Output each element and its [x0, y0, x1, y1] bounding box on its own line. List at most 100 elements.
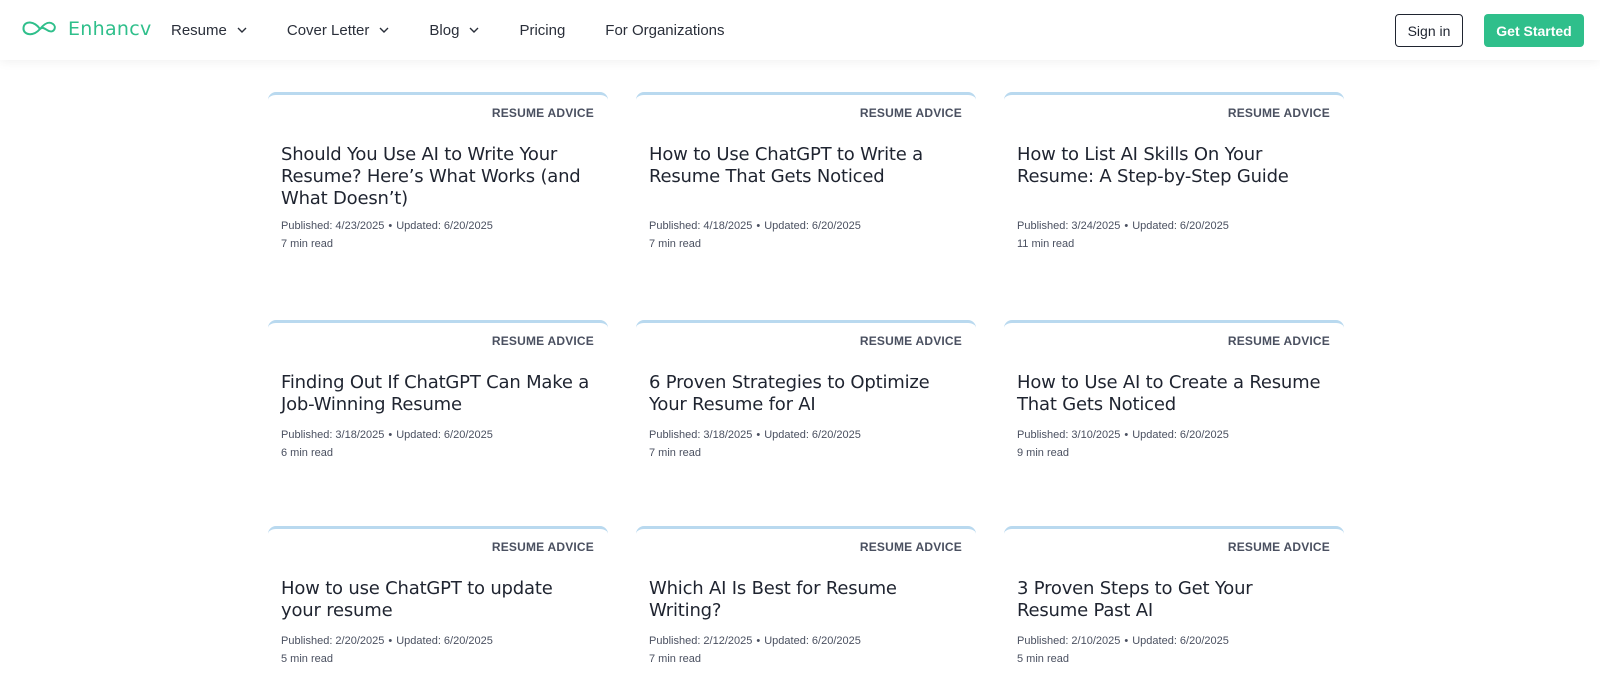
card-top-border	[636, 526, 976, 536]
updated-date: Updated: 6/20/2025	[1132, 220, 1229, 232]
published-date: Published: 2/10/2025	[1017, 635, 1121, 647]
article-title[interactable]: 6 Proven Strategies to Optimize Your Res…	[649, 372, 959, 416]
published-date: Published: 4/18/2025	[649, 220, 753, 232]
card-top-border	[636, 92, 976, 102]
separator-dot: •	[756, 220, 761, 232]
updated-date: Updated: 6/20/2025	[764, 429, 861, 441]
separator-dot: •	[756, 429, 761, 441]
article-title[interactable]: Finding Out If ChatGPT Can Make a Job-Wi…	[281, 372, 591, 416]
site-header: Enhancv Resume Cover Letter Blog Pricing…	[0, 0, 1600, 60]
article-dates: Published: 2/10/2025 • Updated: 6/20/2025	[1017, 635, 1229, 647]
article-category[interactable]: RESUME ADVICE	[860, 334, 962, 348]
read-time: 7 min read	[281, 238, 333, 250]
published-date: Published: 3/18/2025	[649, 429, 753, 441]
published-date: Published: 2/20/2025	[281, 635, 385, 647]
separator-dot: •	[1124, 429, 1129, 441]
nav-item-blog[interactable]: Blog	[429, 22, 479, 39]
card-top-border	[1004, 320, 1344, 330]
updated-date: Updated: 6/20/2025	[764, 220, 861, 232]
read-time: 11 min read	[1017, 238, 1075, 250]
get-started-button[interactable]: Get Started	[1484, 14, 1584, 47]
article-category[interactable]: RESUME ADVICE	[860, 106, 962, 120]
article-card[interactable]: RESUME ADVICE How to Use AI to Create a …	[1004, 320, 1344, 526]
article-title[interactable]: How to Use AI to Create a Resume That Ge…	[1017, 372, 1327, 416]
read-time: 6 min read	[281, 447, 333, 459]
article-card[interactable]: RESUME ADVICE Finding Out If ChatGPT Can…	[268, 320, 608, 526]
article-dates: Published: 2/12/2025 • Updated: 6/20/2025	[649, 635, 861, 647]
nav-item-for-organizations[interactable]: For Organizations	[605, 22, 724, 39]
article-card[interactable]: RESUME ADVICE How to use ChatGPT to upda…	[268, 526, 608, 696]
nav-item-cover-letter[interactable]: Cover Letter	[287, 22, 390, 39]
article-dates: Published: 3/24/2025 • Updated: 6/20/2025	[1017, 220, 1229, 232]
updated-date: Updated: 6/20/2025	[764, 635, 861, 647]
article-title[interactable]: Should You Use AI to Write Your Resume? …	[281, 144, 591, 210]
updated-date: Updated: 6/20/2025	[396, 220, 493, 232]
article-title[interactable]: How to Use ChatGPT to Write a Resume Tha…	[649, 144, 959, 188]
nav-item-label: For Organizations	[605, 21, 725, 39]
updated-date: Updated: 6/20/2025	[1132, 635, 1229, 647]
updated-date: Updated: 6/20/2025	[1132, 429, 1229, 441]
article-card[interactable]: RESUME ADVICE 6 Proven Strategies to Opt…	[636, 320, 976, 526]
article-dates: Published: 3/18/2025 • Updated: 6/20/2025	[281, 429, 493, 441]
card-top-border	[636, 320, 976, 330]
chevron-down-icon	[379, 27, 389, 33]
read-time: 7 min read	[649, 447, 701, 459]
nav-item-label: Blog	[429, 21, 460, 39]
brand-name: Enhancv	[68, 18, 152, 40]
article-dates: Published: 2/20/2025 • Updated: 6/20/2025	[281, 635, 493, 647]
article-title[interactable]: How to List AI Skills On Your Resume: A …	[1017, 144, 1327, 188]
chevron-down-icon	[469, 27, 479, 33]
article-title[interactable]: 3 Proven Steps to Get Your Resume Past A…	[1017, 578, 1327, 622]
read-time: 7 min read	[649, 238, 701, 250]
updated-date: Updated: 6/20/2025	[396, 635, 493, 647]
article-category[interactable]: RESUME ADVICE	[492, 334, 594, 348]
card-top-border	[268, 526, 608, 536]
updated-date: Updated: 6/20/2025	[396, 429, 493, 441]
article-card[interactable]: RESUME ADVICE Which AI Is Best for Resum…	[636, 526, 976, 696]
separator-dot: •	[1124, 635, 1129, 647]
article-dates: Published: 4/18/2025 • Updated: 6/20/2025	[649, 220, 861, 232]
article-category[interactable]: RESUME ADVICE	[1228, 540, 1330, 554]
article-card[interactable]: RESUME ADVICE How to Use ChatGPT to Writ…	[636, 92, 976, 320]
article-dates: Published: 3/10/2025 • Updated: 6/20/2025	[1017, 429, 1229, 441]
published-date: Published: 3/18/2025	[281, 429, 385, 441]
infinity-heart-icon	[22, 21, 56, 36]
article-category[interactable]: RESUME ADVICE	[1228, 334, 1330, 348]
separator-dot: •	[756, 635, 761, 647]
article-card[interactable]: RESUME ADVICE How to List AI Skills On Y…	[1004, 92, 1344, 320]
published-date: Published: 4/23/2025	[281, 220, 385, 232]
article-card[interactable]: RESUME ADVICE 3 Proven Steps to Get Your…	[1004, 526, 1344, 696]
article-category[interactable]: RESUME ADVICE	[860, 540, 962, 554]
article-card[interactable]: RESUME ADVICE Should You Use AI to Write…	[268, 92, 608, 320]
main-nav: Resume Cover Letter Blog Pricing For Org…	[171, 0, 765, 60]
article-category[interactable]: RESUME ADVICE	[492, 106, 594, 120]
separator-dot: •	[388, 429, 393, 441]
published-date: Published: 3/24/2025	[1017, 220, 1121, 232]
card-top-border	[1004, 526, 1344, 536]
article-dates: Published: 3/18/2025 • Updated: 6/20/2025	[649, 429, 861, 441]
article-category[interactable]: RESUME ADVICE	[492, 540, 594, 554]
article-dates: Published: 4/23/2025 • Updated: 6/20/2025	[281, 220, 493, 232]
article-grid: RESUME ADVICE Should You Use AI to Write…	[268, 92, 1346, 696]
read-time: 9 min read	[1017, 447, 1069, 459]
nav-item-pricing[interactable]: Pricing	[519, 22, 565, 39]
nav-item-label: Resume	[171, 21, 227, 39]
card-top-border	[1004, 92, 1344, 102]
published-date: Published: 3/10/2025	[1017, 429, 1121, 441]
nav-item-label: Pricing	[519, 21, 566, 39]
brand-logo[interactable]: Enhancv	[21, 18, 152, 40]
card-top-border	[268, 320, 608, 330]
chevron-down-icon	[237, 27, 247, 33]
read-time: 7 min read	[649, 653, 701, 665]
article-title[interactable]: Which AI Is Best for Resume Writing?	[649, 578, 959, 622]
card-top-border	[268, 92, 608, 102]
nav-item-label: Cover Letter	[286, 21, 370, 39]
nav-item-resume[interactable]: Resume	[171, 22, 247, 39]
article-title[interactable]: How to use ChatGPT to update your resume	[281, 578, 591, 622]
sign-in-button[interactable]: Sign in	[1395, 14, 1463, 47]
separator-dot: •	[388, 635, 393, 647]
separator-dot: •	[1124, 220, 1129, 232]
read-time: 5 min read	[281, 653, 333, 665]
separator-dot: •	[388, 220, 393, 232]
article-category[interactable]: RESUME ADVICE	[1228, 106, 1330, 120]
